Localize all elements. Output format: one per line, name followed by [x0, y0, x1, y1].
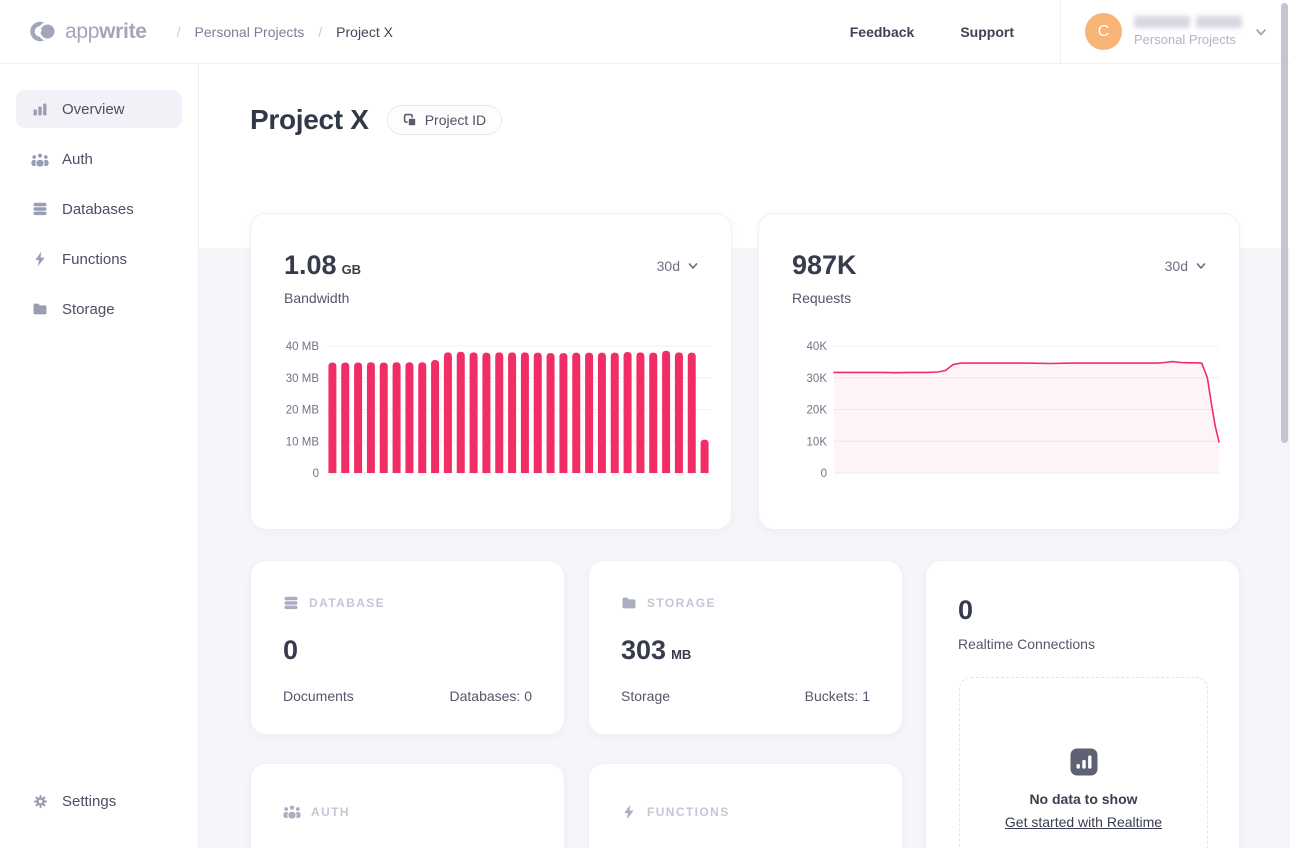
svg-text:30 MB: 30 MB — [286, 373, 320, 385]
requests-value: 987K — [792, 250, 857, 281]
requests-period-select[interactable]: 30d — [1165, 258, 1207, 274]
requests-label: Requests — [792, 290, 857, 306]
realtime-connections-count: 0 — [958, 595, 1207, 626]
breadcrumb-separator: / — [177, 24, 181, 40]
breadcrumb-org[interactable]: Personal Projects — [195, 24, 305, 40]
user-menu[interactable]: C Personal Projects — [1061, 0, 1290, 63]
project-id-badge[interactable]: Project ID — [387, 105, 502, 135]
sidebar-item-label: Functions — [62, 251, 127, 268]
databases-meta: Databases: 0 — [450, 688, 533, 704]
database-card[interactable]: DATABASE 0 Documents Databases: 0 — [250, 560, 565, 735]
svg-text:30K: 30K — [807, 373, 828, 385]
functions-category-label: FUNCTIONS — [647, 805, 730, 819]
sidebar-item-functions[interactable]: Functions — [16, 240, 182, 278]
user-name-redacted — [1134, 16, 1242, 28]
bandwidth-bar-chart: 0 10 MB 20 MB 30 MB 40 MB — [275, 332, 715, 482]
bandwidth-label: Bandwidth — [284, 290, 361, 306]
svg-text:0: 0 — [821, 468, 827, 480]
header-right: Feedback Support C Personal Projects — [850, 0, 1290, 63]
buckets-meta: Buckets: 1 — [805, 688, 870, 704]
bar-chart-icon — [1070, 748, 1098, 776]
bandwidth-period-select[interactable]: 30d — [657, 258, 699, 274]
svg-text:10K: 10K — [807, 436, 828, 448]
get-started-realtime-link[interactable]: Get started with Realtime — [1005, 814, 1162, 830]
sidebar-item-databases[interactable]: Databases — [16, 190, 182, 228]
sidebar-item-auth[interactable]: Auth — [16, 140, 182, 178]
database-icon — [283, 595, 299, 611]
top-nav: appwrite / Personal Projects / Project X… — [0, 0, 1290, 64]
sidebar-item-overview[interactable]: Overview — [16, 90, 182, 128]
appwrite-logo-icon — [30, 18, 57, 45]
chevron-down-icon — [1254, 25, 1268, 39]
appwrite-console: appwrite / Personal Projects / Project X… — [0, 0, 1290, 848]
sidebar-item-storage[interactable]: Storage — [16, 290, 182, 328]
vertical-scrollbar-thumb[interactable] — [1281, 3, 1288, 443]
folder-icon — [621, 595, 637, 611]
database-icon — [31, 201, 49, 217]
database-category-label: DATABASE — [309, 596, 385, 610]
logo-text: appwrite — [65, 20, 147, 44]
breadcrumb-separator: / — [318, 24, 322, 40]
svg-text:40K: 40K — [807, 341, 828, 353]
svg-text:20K: 20K — [807, 405, 828, 417]
storage-size: 303MB — [621, 635, 870, 666]
users-icon — [31, 152, 49, 167]
storage-category-label: STORAGE — [647, 596, 716, 610]
functions-card[interactable]: FUNCTIONS — [588, 763, 903, 848]
sidebar-item-label: Overview — [62, 101, 125, 118]
bandwidth-value: 1.08GB — [284, 250, 361, 281]
chevron-down-icon — [687, 260, 699, 272]
lightning-icon — [31, 251, 49, 267]
folder-icon — [31, 301, 49, 317]
user-org-label: Personal Projects — [1134, 32, 1242, 47]
requests-line-chart: 0 10K 20K 30K 40K — [783, 332, 1223, 482]
realtime-card: 0 Realtime Connections No data to show G… — [925, 560, 1240, 848]
project-id-label: Project ID — [425, 112, 486, 128]
breadcrumb: / Personal Projects / Project X — [177, 24, 393, 40]
svg-text:0: 0 — [313, 468, 319, 480]
realtime-empty-state: No data to show Get started with Realtim… — [959, 677, 1208, 848]
main-content: Project X Project ID 1.08GB Bandwidth 30… — [199, 64, 1290, 848]
lightning-icon — [621, 804, 637, 820]
users-icon — [283, 804, 301, 819]
documents-label: Documents — [283, 688, 354, 704]
chevron-down-icon — [1195, 260, 1207, 272]
bandwidth-card: 1.08GB Bandwidth 30d 0 10 MB 20 MB 30 MB 40 … — [250, 213, 732, 530]
no-data-message: No data to show — [1029, 791, 1137, 807]
gear-icon — [31, 794, 49, 809]
sidebar: Overview Auth Databases Functions Storag… — [0, 64, 199, 848]
auth-card[interactable]: AUTH — [250, 763, 565, 848]
page-title: Project X — [250, 104, 369, 136]
requests-card: 987K Requests 30d 0 10K 20K 30K 40K — [758, 213, 1240, 530]
auth-category-label: AUTH — [311, 805, 350, 819]
breadcrumb-project[interactable]: Project X — [336, 24, 393, 40]
avatar: C — [1085, 13, 1122, 50]
appwrite-logo: appwrite — [0, 18, 147, 45]
sidebar-item-label: Settings — [62, 793, 116, 810]
svg-text:40 MB: 40 MB — [286, 341, 320, 353]
feedback-link[interactable]: Feedback — [850, 24, 915, 40]
sidebar-item-label: Auth — [62, 151, 93, 168]
sidebar-item-label: Databases — [62, 201, 134, 218]
sidebar-item-settings[interactable]: Settings — [16, 782, 182, 820]
storage-card[interactable]: STORAGE 303MB Storage Buckets: 1 — [588, 560, 903, 735]
svg-text:20 MB: 20 MB — [286, 405, 320, 417]
storage-label: Storage — [621, 688, 670, 704]
support-link[interactable]: Support — [960, 24, 1014, 40]
documents-count: 0 — [283, 635, 532, 666]
bar-chart-icon — [31, 101, 49, 117]
sidebar-item-label: Storage — [62, 301, 115, 318]
svg-text:10 MB: 10 MB — [286, 436, 320, 448]
realtime-connections-label: Realtime Connections — [958, 636, 1207, 652]
copy-icon — [403, 113, 417, 127]
